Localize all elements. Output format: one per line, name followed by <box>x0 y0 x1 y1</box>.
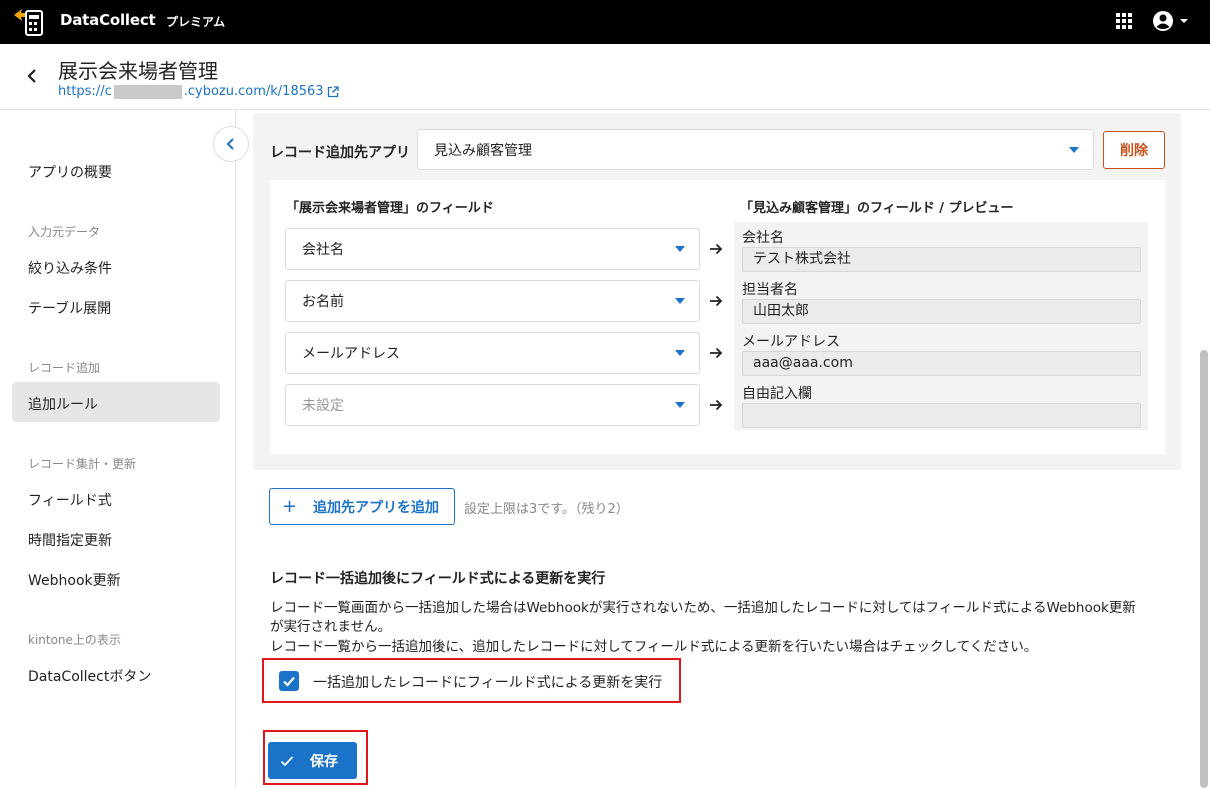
arrow-right-icon <box>710 399 723 411</box>
caret-down-icon <box>675 350 685 356</box>
add-target-app-button[interactable]: + 追加先アプリを追加 <box>269 488 455 525</box>
sidebar: アプリの概要 入力元データ 絞り込み条件 テーブル展開 レコード追加 追加ルール… <box>0 110 236 788</box>
target-app-select[interactable]: 見込み顧客管理 <box>417 129 1094 170</box>
top-bar: DataCollect プレミアム <box>0 0 1210 44</box>
preview-value <box>742 403 1141 428</box>
bulk-update-desc-line3: レコード一覧から一括追加後に、追加したレコードに対してフィールド式による更新を行… <box>270 639 1038 655</box>
caret-down-icon <box>675 298 685 304</box>
limit-note: 設定上限は3です。（残り2） <box>464 502 629 517</box>
datacollect-logo-icon <box>14 9 43 36</box>
account-menu-icon[interactable] <box>1152 9 1192 33</box>
arrow-right-icon <box>710 295 723 307</box>
external-link-icon <box>327 85 339 97</box>
sidebar-item-scheduled-update[interactable]: 時間指定更新 <box>28 530 112 550</box>
source-field-select[interactable]: 未設定 <box>285 384 700 426</box>
page-title: 展示会来場者管理 <box>58 59 218 83</box>
sidebar-item-filter[interactable]: 絞り込み条件 <box>28 258 112 278</box>
caret-down-icon <box>1069 146 1079 153</box>
scrollbar-thumb[interactable] <box>1200 350 1208 788</box>
collapse-sidebar-button[interactable] <box>213 126 249 162</box>
add-target-app-label: 追加先アプリを追加 <box>313 499 439 516</box>
target-field-label: 会社名 <box>742 230 784 246</box>
save-label: 保存 <box>310 753 338 770</box>
sidebar-item-dc-button[interactable]: DataCollectボタン <box>28 666 151 686</box>
sidebar-item-webhook-update[interactable]: Webhook更新 <box>28 570 121 590</box>
target-field-label: 自由記入欄 <box>742 386 812 402</box>
caret-down-icon <box>675 246 685 252</box>
redacted-subdomain <box>113 84 182 99</box>
bulk-update-desc-line1: レコード一覧画面から一括追加した場合はWebhookが実行されないため、一括追加… <box>270 600 1136 616</box>
checkmark-icon <box>283 676 295 687</box>
target-field-label: 担当者名 <box>742 282 798 298</box>
target-app-label: レコード追加先アプリ <box>270 145 410 161</box>
sidebar-item-overview[interactable]: アプリの概要 <box>28 162 112 182</box>
sidebar-section-aggregate: レコード集計・更新 <box>28 457 137 471</box>
url-suffix: .cybozu.com/k/18563 <box>183 84 324 99</box>
arrow-right-icon <box>710 347 723 359</box>
source-field-select[interactable]: 会社名 <box>285 228 700 270</box>
brand-name: DataCollect <box>60 11 156 29</box>
save-button[interactable]: 保存 <box>268 742 357 779</box>
bulk-update-title: レコード一括追加後にフィールド式による更新を実行 <box>270 571 606 587</box>
source-field-select[interactable]: お名前 <box>285 280 700 322</box>
bulk-update-checkbox-label[interactable]: 一括追加したレコードにフィールド式による更新を実行 <box>313 672 662 692</box>
source-field-select[interactable]: メールアドレス <box>285 332 700 374</box>
delete-button[interactable]: 削除 <box>1103 131 1165 169</box>
source-field-value: 会社名 <box>302 242 344 258</box>
sidebar-item-field-formula[interactable]: フィールド式 <box>28 490 112 510</box>
preview-value: aaa@aaa.com <box>742 351 1141 376</box>
bulk-update-desc-line2: が実行されません。 <box>270 619 392 635</box>
page-header: 展示会来場者管理 https://c .cybozu.com/k/18563 <box>0 44 1210 110</box>
plan-badge: プレミアム <box>166 15 226 29</box>
sidebar-section-add: レコード追加 <box>28 361 101 375</box>
sidebar-section-kintone: kintone上の表示 <box>28 633 121 647</box>
url-prefix: https://c <box>58 84 112 99</box>
source-fields-heading: 「展示会来場者管理」のフィールド <box>286 201 494 216</box>
sidebar-section-input: 入力元データ <box>28 225 101 239</box>
sidebar-item-table-expand[interactable]: テーブル展開 <box>28 298 111 318</box>
bulk-update-checkbox[interactable] <box>279 671 299 691</box>
chevron-left-icon <box>226 138 234 150</box>
apps-grid-icon[interactable] <box>1116 13 1132 29</box>
source-field-placeholder: 未設定 <box>302 398 344 414</box>
target-fields-heading: 「見込み顧客管理」のフィールド / プレビュー <box>740 201 1014 216</box>
back-arrow-icon[interactable] <box>22 66 42 86</box>
target-field-label: メールアドレス <box>742 334 840 350</box>
preview-value: テスト株式会社 <box>742 247 1141 272</box>
preview-value: 山田太郎 <box>742 299 1141 324</box>
app-url-link[interactable]: https://c .cybozu.com/k/18563 <box>58 84 339 99</box>
source-field-value: お名前 <box>302 294 344 310</box>
caret-down-icon <box>675 402 685 408</box>
plus-icon: + <box>282 496 298 517</box>
source-field-value: メールアドレス <box>302 346 400 362</box>
arrow-right-icon <box>710 243 723 255</box>
check-icon <box>280 755 294 766</box>
target-app-value: 見込み顧客管理 <box>434 142 532 159</box>
sidebar-item-add-rule[interactable]: 追加ルール <box>28 394 98 414</box>
